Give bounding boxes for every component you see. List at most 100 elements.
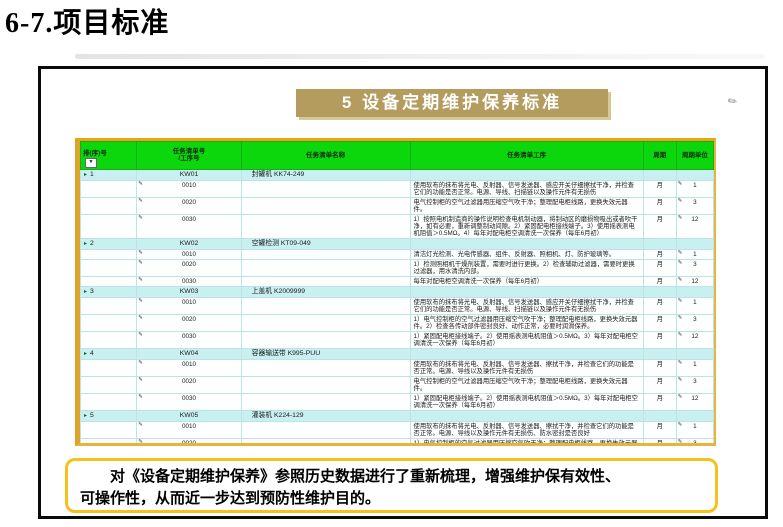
machine-row[interactable]: ▸1 KW01 封罐机 KK74-249 [81, 169, 714, 180]
col-header-cycle-unit: 周期单位 [676, 142, 713, 170]
op-row[interactable]: ✎0020 电气控制柜的空气过滤器用压缩空气吹干净；整理配电柜线路，更换失效元器… [81, 197, 714, 214]
empty-cell [81, 297, 137, 314]
op-task-text: 1）按照电机制造商的操作说明检查电机制动器，将制动区的磨损物吸出或者吹干净，如有… [410, 214, 643, 238]
cycle-value: 月 [643, 393, 676, 410]
op-row[interactable]: ✎0020 电气控制柜的空气过滤器用压缩空气吹干净；整理配电柜线路，更换失效元器… [81, 376, 714, 393]
cycle-unit-value: 1 [693, 299, 697, 306]
pencil-icon: ✎ [678, 332, 683, 338]
op-no-cell: ✎0030 [137, 331, 241, 348]
cycle-unit-value: 3 [693, 316, 697, 323]
pencil-icon: ✎ [138, 181, 143, 187]
pencil-icon: ✎ [138, 439, 143, 445]
op-row[interactable]: ✎0010 使用软布的抹布将光电、反射器、信号发送器、擦拭干净，并检查它们的功能… [81, 359, 714, 376]
op-task-text: 清洁灯光检测、光电传感器、组件、反射器、照相机、灯、防护玻璃等。 [410, 249, 643, 259]
expand-icon[interactable]: ▸ [84, 241, 87, 247]
op-row[interactable]: ✎0030 1）紧固配电柜接线端子。2）使用摇表测电机阻值＞0.5MΩ。3）每年… [81, 393, 714, 410]
seq-value: 2 [90, 240, 94, 247]
empty-cell [643, 348, 676, 359]
empty-cell [81, 393, 137, 410]
op-task-text: 1）紧固配电柜接线端子。2）使用摇表测电机阻值＞0.5MΩ。3）每年对配电柜空调… [410, 393, 643, 410]
empty-cell [241, 180, 410, 197]
seq-cell: ▸5 [81, 410, 137, 421]
op-row[interactable]: ✎0020 1）电气控制柜的空气过滤器用压缩空气吹干净；整理配电柜线路，更换失效… [81, 438, 714, 446]
cycle-unit-value: 1 [693, 182, 697, 189]
empty-cell [241, 438, 410, 446]
expand-icon[interactable]: ▸ [84, 413, 87, 419]
empty-cell [81, 214, 137, 238]
pencil-icon: ✎ [678, 377, 683, 383]
empty-cell [241, 314, 410, 331]
seq-cell: ▸4 [81, 348, 137, 359]
op-task-text: 使用软布的抹布将光电、反射器、信号发送器、擦拭干净，并检查它们的功能是否正常。电… [410, 359, 643, 376]
equipment-name: 上盖机 K2009999 [241, 286, 410, 297]
empty-cell [81, 249, 137, 259]
pencil-icon: ✎ [138, 250, 143, 256]
seq-value: 5 [90, 412, 94, 419]
op-row[interactable]: ✎0010 清洁灯光检测、光电传感器、组件、反射器、照相机、灯、防护玻璃等。 月… [81, 249, 714, 259]
op-task-text: 1）电气控制柜的空气过滤器用压缩空气吹干净；整理配电柜线路，更换失效元器件。2）… [410, 314, 643, 331]
cycle-value: 月 [643, 197, 676, 214]
op-task-text: 电气控制柜的空气过滤器用压缩空气吹干净；整理配电柜线路，更换失效元器件。 [410, 376, 643, 393]
op-task-text: 每年对配电柜空调清洗一次保养（每年6月初） [410, 276, 643, 286]
expand-icon[interactable]: ▸ [84, 289, 87, 295]
col-header-list-no: 任务清单号 /工序号 [137, 142, 241, 170]
pencil-icon: ✎ [138, 277, 143, 283]
cycle-value: 月 [643, 259, 676, 276]
pencil-icon: ✎ [678, 298, 683, 304]
machine-row[interactable]: ▸4 KW04 容器输送带 K995-PUU [81, 348, 714, 359]
op-row[interactable]: ✎0020 1）电气控制柜的空气过滤器用压缩空气吹干净；整理配电柜线路，更换失效… [81, 314, 714, 331]
op-no-value: 0020 [182, 378, 196, 385]
empty-cell [241, 197, 410, 214]
machine-row[interactable]: ▸3 KW03 上盖机 K2009999 [81, 286, 714, 297]
seq-cell: ▸3 [81, 286, 137, 297]
empty-cell [81, 259, 137, 276]
expand-icon[interactable]: ▸ [84, 351, 87, 357]
cycle-unit-cell: ✎3 [676, 197, 713, 214]
pencil-icon: ✎ [678, 360, 683, 366]
list-no-value: KW02 [137, 238, 241, 249]
op-row[interactable]: ✎0010 使用软布的抹布将光电、反射器、信号发送器、感应开关仔细擦拭干净，并检… [81, 180, 714, 197]
pencil-icon: ✎ [138, 298, 143, 304]
pencil-icon: ✎ [138, 422, 143, 428]
cycle-value: 月 [643, 376, 676, 393]
list-no-value: KW03 [137, 286, 241, 297]
pencil-icon: ✎ [138, 198, 143, 204]
empty-cell [643, 238, 676, 249]
op-row[interactable]: ✎0010 使用软布的抹布将光电、反射器、信号发送器、擦拭干净，并检查它们的功能… [81, 421, 714, 438]
empty-cell [410, 410, 643, 421]
op-no-cell: ✎0010 [137, 180, 241, 197]
cycle-unit-value: 1 [693, 423, 697, 430]
op-task-text: 1）紧固配电柜接线端子。2）使用摇表测电机阻值＞0.5MΩ。3）每年对配电柜空调… [410, 331, 643, 348]
pencil-icon: ✎ [678, 215, 683, 221]
equipment-name: 灌装机 K224-129 [241, 410, 410, 421]
pencil-icon: ✎ [138, 260, 143, 266]
op-row[interactable]: ✎0010 使用软布的抹布将光电、反射器、信号发送器、感应开关仔细擦拭干净，并检… [81, 297, 714, 314]
op-task-text: 1）检测照相机干燥剂装置，需要时进行更换。2）检查辅助过滤器，需要时更换过滤器，… [410, 259, 643, 276]
cycle-unit-cell: ✎3 [676, 259, 713, 276]
pencil-icon: ✎ [138, 394, 143, 400]
cycle-unit-cell: ✎12 [676, 393, 713, 410]
slide: 5 设备定期维护保养标准 ✎ 排(序)号 ▼ 任务清单号 /工序号 任务清单名称… [38, 66, 768, 519]
empty-cell [241, 376, 410, 393]
op-row[interactable]: ✎0030 1）按照电机制造商的操作说明检查电机制动器，将制动区的磨损物吸出或者… [81, 214, 714, 238]
empty-cell [81, 276, 137, 286]
op-row[interactable]: ✎0030 每年对配电柜空调清洗一次保养（每年6月初） 月 ✎12 [81, 276, 714, 286]
op-no-value: 0010 [182, 299, 196, 306]
expand-icon[interactable]: ▸ [84, 172, 87, 178]
machine-row[interactable]: ▸5 KW05 灌装机 K224-129 [81, 410, 714, 421]
cycle-unit-cell: ✎1 [676, 180, 713, 197]
cycle-unit-cell: ✎12 [676, 331, 713, 348]
filter-dropdown-icon[interactable]: ▼ [85, 158, 97, 168]
cycle-value: 月 [643, 249, 676, 259]
empty-cell [81, 197, 137, 214]
cycle-value: 月 [643, 438, 676, 446]
op-no-cell: ✎0020 [137, 376, 241, 393]
empty-cell [81, 421, 137, 438]
op-row[interactable]: ✎0030 1）紧固配电柜接线端子。2）使用摇表测电机阻值＞0.5MΩ。3）每年… [81, 331, 714, 348]
cycle-unit-value: 3 [693, 199, 697, 206]
op-row[interactable]: ✎0020 1）检测照相机干燥剂装置，需要时进行更换。2）检查辅助过滤器，需要时… [81, 259, 714, 276]
op-task-text: 电气控制柜的空气过滤器用压缩空气吹干净；整理配电柜线路，更换失效元器件。 [410, 197, 643, 214]
machine-row[interactable]: ▸2 KW02 空罐检测 KT09-049 [81, 238, 714, 249]
op-task-text: 使用软布的抹布将光电、反射器、信号发送器、擦拭干净，并检查它们的功能是否正常。电… [410, 421, 643, 438]
pencil-icon: ✎ [138, 332, 143, 338]
